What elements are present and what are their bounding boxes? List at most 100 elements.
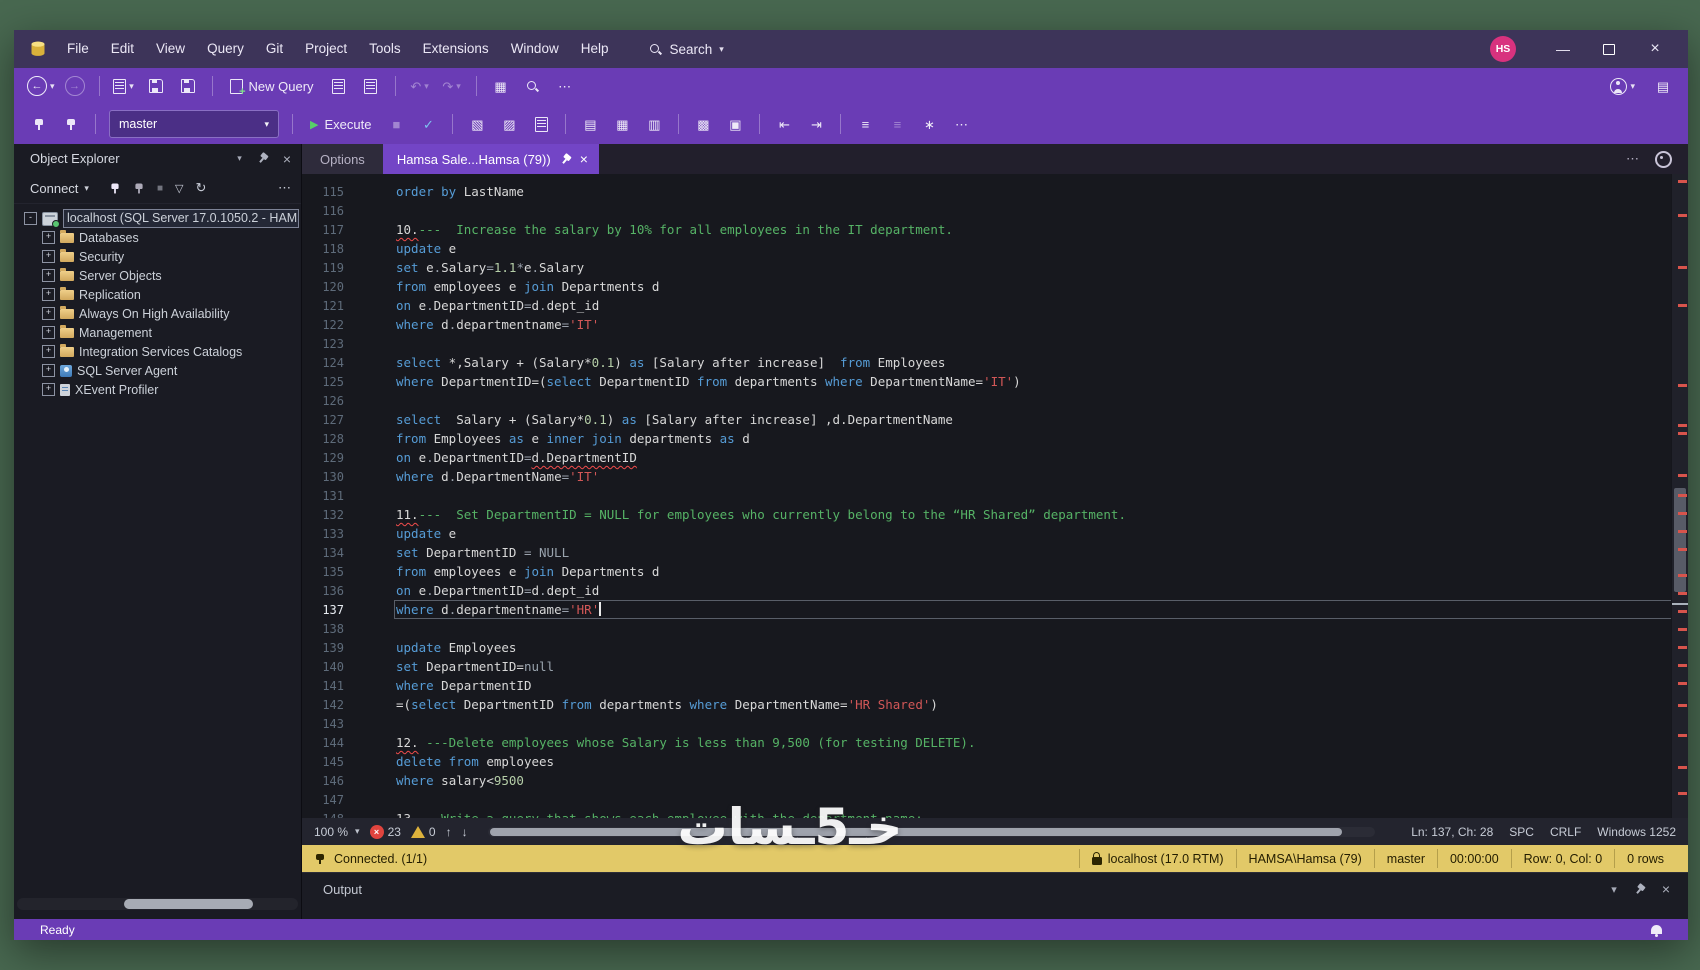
refresh-icon[interactable]: ↻ — [195, 180, 206, 196]
connect-database-icon[interactable] — [110, 182, 121, 194]
expand-icon[interactable]: + — [42, 326, 55, 339]
line-column-indicator[interactable]: Ln: 137, Ch: 28 — [1411, 825, 1493, 839]
encoding-indicator[interactable]: Windows 1252 — [1597, 825, 1676, 839]
chevron-down-icon[interactable]: ▾ — [84, 183, 89, 194]
redo-button[interactable]: ↷▾ — [437, 73, 467, 99]
expand-icon[interactable]: + — [42, 307, 55, 320]
code-line[interactable]: 123 — [302, 334, 1672, 353]
results-to-grid-button[interactable]: ▦ — [607, 111, 637, 137]
find-button[interactable] — [518, 73, 548, 99]
new-notebook-button[interactable] — [324, 73, 354, 99]
menu-item-query[interactable]: Query — [196, 30, 255, 68]
expand-icon[interactable]: + — [42, 231, 55, 244]
undo-button[interactable]: ↶▾ — [405, 73, 435, 99]
change-connection-button[interactable] — [56, 111, 86, 137]
close-panel-icon[interactable]: × — [283, 151, 291, 167]
tree-node-databases[interactable]: +Databases — [14, 228, 301, 247]
expand-icon[interactable]: + — [42, 364, 55, 377]
toolbar-overflow-button[interactable]: ⋯ — [550, 73, 580, 99]
menu-item-help[interactable]: Help — [570, 30, 620, 68]
menu-item-edit[interactable]: Edit — [100, 30, 145, 68]
uncomment-button[interactable]: ≡ — [882, 111, 912, 137]
back-button[interactable]: ←▾ — [24, 73, 58, 99]
code-line[interactable]: 141where DepartmentID — [302, 676, 1672, 695]
menu-item-git[interactable]: Git — [255, 30, 294, 68]
estimated-plan-button[interactable]: ▨ — [494, 111, 524, 137]
menu-item-project[interactable]: Project — [294, 30, 358, 68]
filter-icon[interactable]: ▽ — [175, 182, 183, 195]
close-panel-icon[interactable]: × — [1662, 881, 1670, 897]
scrollbar-thumb[interactable] — [124, 899, 253, 909]
database-dropdown[interactable]: master▾ — [109, 110, 279, 138]
code-line[interactable]: 145delete from employees — [302, 752, 1672, 771]
query-toolbar-overflow-button[interactable]: ⋯ — [946, 111, 976, 137]
open-file-button[interactable] — [356, 73, 386, 99]
next-error-icon[interactable]: ↓ — [462, 825, 468, 839]
tab-active-query[interactable]: Hamsa Sale...Hamsa (79)) × — [383, 144, 599, 174]
cancel-query-button[interactable]: ■ — [381, 111, 411, 137]
code-line[interactable]: 116 — [302, 201, 1672, 220]
menu-item-tools[interactable]: Tools — [358, 30, 412, 68]
tree-node-management[interactable]: +Management — [14, 323, 301, 342]
menu-item-window[interactable]: Window — [500, 30, 570, 68]
table-designer-button[interactable]: ▦ — [486, 73, 516, 99]
account-settings-button[interactable]: ▾ — [1607, 73, 1638, 99]
code-line[interactable]: 146where salary<9500 — [302, 771, 1672, 790]
code-line[interactable]: 122where d.departmentname='IT' — [302, 315, 1672, 334]
connect-button[interactable] — [24, 111, 54, 137]
minimize-button[interactable]: — — [1540, 30, 1586, 68]
execute-button[interactable]: ▶Execute — [302, 111, 379, 137]
code-line[interactable]: 142=(select DepartmentID from department… — [302, 695, 1672, 714]
pin-icon[interactable] — [1632, 881, 1647, 896]
expand-icon[interactable]: + — [42, 250, 55, 263]
spaces-indicator[interactable]: SPC — [1509, 825, 1534, 839]
menu-item-view[interactable]: View — [145, 30, 196, 68]
close-tab-icon[interactable]: × — [580, 151, 588, 167]
code-line[interactable]: 134set DepartmentID = NULL — [302, 543, 1672, 562]
expand-icon[interactable]: + — [42, 288, 55, 301]
layout-button[interactable]: ▤ — [1648, 73, 1678, 99]
error-count[interactable]: × 23 — [370, 825, 401, 839]
collapse-icon[interactable]: - — [24, 212, 37, 225]
code-line[interactable]: 11710.--- Increase the salary by 10% for… — [302, 220, 1672, 239]
actual-plan-button[interactable]: ▩ — [688, 111, 718, 137]
tree-node-always-on-high-availability[interactable]: +Always On High Availability — [14, 304, 301, 323]
comment-button[interactable]: ≡ — [850, 111, 880, 137]
warning-count[interactable]: 0 — [411, 825, 436, 839]
account-avatar[interactable]: HS — [1490, 36, 1516, 62]
menu-item-file[interactable]: File — [56, 30, 100, 68]
scrollbar-thumb[interactable] — [490, 828, 1342, 836]
new-file-button[interactable]: ▾ — [109, 73, 139, 99]
connect-button[interactable]: Connect — [30, 181, 78, 196]
previous-error-icon[interactable]: ↑ — [446, 825, 452, 839]
results-to-text-button[interactable]: ▤ — [575, 111, 605, 137]
live-stats-button[interactable]: ▣ — [720, 111, 750, 137]
outdent-button[interactable]: ⇤ — [769, 111, 799, 137]
editor-vscrollbar[interactable] — [1671, 174, 1688, 818]
code-line[interactable]: 121on e.DepartmentID=d.dept_id — [302, 296, 1672, 315]
tree-node-sql-server-agent[interactable]: +SQL Server Agent — [14, 361, 301, 380]
menu-search[interactable]: Search ▾ — [641, 42, 731, 57]
code-editor[interactable]: 115order by LastName11611710.--- Increas… — [302, 174, 1688, 818]
tree-node-server-objects[interactable]: +Server Objects — [14, 266, 301, 285]
settings-gear-icon[interactable] — [1655, 151, 1672, 168]
tab-overflow-icon[interactable]: ⋯ — [1626, 151, 1639, 167]
code-line[interactable]: 140set DepartmentID=null — [302, 657, 1672, 676]
zoom-control[interactable]: 100 % ▾ — [314, 825, 360, 839]
forward-button[interactable]: → — [60, 73, 90, 99]
results-to-file-button[interactable]: ▥ — [639, 111, 669, 137]
code-line[interactable]: 14813. --Write a query that shows each e… — [302, 809, 1672, 818]
code-line[interactable]: 124select *,Salary + (Salary*0.1) as [Sa… — [302, 353, 1672, 372]
stop-icon[interactable]: ■ — [157, 183, 163, 194]
code-line[interactable]: 139update Employees — [302, 638, 1672, 657]
expand-icon[interactable]: + — [42, 269, 55, 282]
code-line[interactable]: 126 — [302, 391, 1672, 410]
code-line[interactable]: 130where d.DepartmentName='IT' — [302, 467, 1672, 486]
disconnect-icon[interactable] — [134, 182, 145, 194]
tree-node-replication[interactable]: +Replication — [14, 285, 301, 304]
code-line[interactable]: 115order by LastName — [302, 182, 1672, 201]
tree-root-server[interactable]: -localhost (SQL Server 17.0.1050.2 - HAM… — [14, 209, 301, 228]
code-line[interactable]: 13211.--- Set DepartmentID = NULL for em… — [302, 505, 1672, 524]
code-line[interactable]: 135from employees e join Departments d — [302, 562, 1672, 581]
code-line[interactable]: 147 — [302, 790, 1672, 809]
